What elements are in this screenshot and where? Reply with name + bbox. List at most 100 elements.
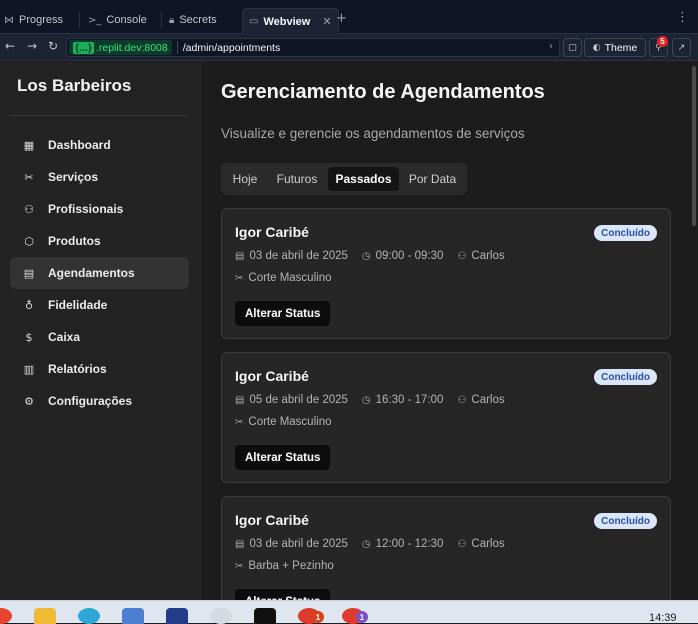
- devtools-button[interactable]: ▢: [563, 38, 582, 57]
- vscode-icon[interactable]: [122, 608, 144, 624]
- os-taskbar: 1 1 14:39: [0, 600, 698, 624]
- appointment-meta: ▤ 05 de abril de 2025 ◷ 16:30 - 17:00 ⚇ Car…: [235, 394, 519, 406]
- tab-menu-button[interactable]: ⋮: [676, 10, 689, 25]
- calendar-icon: ▤: [235, 394, 245, 406]
- clock-icon: ◷: [361, 538, 371, 550]
- appointment-service: Barba + Pezinho: [248, 560, 334, 572]
- notification-badge: 5: [657, 36, 668, 47]
- scissors-icon: ✂: [24, 170, 34, 184]
- edge-browser-icon[interactable]: [78, 608, 100, 624]
- scrollbar-thumb[interactable]: [692, 66, 696, 226]
- app-icon[interactable]: [166, 608, 188, 624]
- url-bar: ← → ↻ {...} .replit.dev:8008 /admin/appo…: [0, 34, 698, 61]
- sidebar-item-label: Agendamentos: [48, 266, 135, 280]
- sidebar-item-label: Fidelidade: [48, 298, 108, 312]
- appointment-professional: Carlos: [471, 250, 505, 262]
- sidebar-item-dashboard[interactable]: ▦ Dashboard: [10, 129, 189, 161]
- appointment-meta: ▤ 03 de abril de 2025 ◷ 12:00 - 12:30 ⚇ Car…: [235, 538, 519, 550]
- change-status-button[interactable]: Alterar Status: [235, 445, 331, 470]
- terminal-icon[interactable]: [254, 608, 276, 624]
- open-new-window-icon[interactable]: ↗: [672, 38, 691, 57]
- bar-chart-icon: ▥: [23, 362, 35, 376]
- forward-icon[interactable]: →: [27, 39, 37, 53]
- appointment-time: 09:00 - 09:30: [375, 250, 444, 262]
- appointment-service-row: ✂ Corte Masculino: [235, 272, 331, 284]
- taskbar-badge: 1: [356, 611, 368, 623]
- sidebar-item-agendamentos[interactable]: ▤ Agendamentos: [10, 257, 189, 289]
- tab-por-data[interactable]: Por Data: [402, 167, 463, 191]
- lock-icon: 🔒︎: [169, 14, 175, 26]
- webview-icon: ▭: [249, 16, 259, 27]
- tab-futuros[interactable]: Futuros: [269, 167, 325, 191]
- appointment-card: Igor Caribé Concluído ▤ 03 de abril de 20…: [221, 496, 671, 600]
- sidebar-item-produtos[interactable]: ⬡ Produtos: [10, 225, 189, 257]
- client-name: Igor Caribé: [235, 224, 309, 240]
- url-field[interactable]: {...} .replit.dev:8008 /admin/appointmen…: [66, 38, 560, 57]
- tab-divider: [161, 12, 162, 28]
- appointment-card: Igor Caribé Concluído ▤ 03 de abril de 20…: [221, 208, 671, 339]
- palette-icon: ◐: [592, 42, 601, 53]
- taskbar-badge: 1: [312, 611, 324, 623]
- clock-icon: ◷: [361, 250, 371, 262]
- theme-button[interactable]: ◐ Theme: [584, 38, 646, 57]
- client-name: Igor Caribé: [235, 368, 309, 384]
- appointment-meta: ▤ 03 de abril de 2025 ◷ 09:00 - 09:30 ⚇ Car…: [235, 250, 519, 262]
- calendar-icon: ▤: [23, 266, 35, 280]
- sidebar-item-relatorios[interactable]: ▥ Relatórios: [10, 353, 189, 385]
- url-divider: [176, 41, 178, 54]
- change-status-button[interactable]: Alterar Status: [235, 301, 331, 326]
- sidebar-item-servicos[interactable]: ✂ Serviços: [10, 161, 189, 193]
- appointment-card: Igor Caribé Concluído ▤ 05 de abril de 20…: [221, 352, 671, 483]
- sidebar-item-configuracoes[interactable]: ⚙ Configurações: [10, 385, 189, 417]
- url-host: {...} .replit.dev:8008: [69, 40, 172, 55]
- add-tab-button[interactable]: +: [336, 11, 347, 26]
- clock-icon: ◷: [361, 394, 371, 406]
- tab-divider: [79, 12, 80, 28]
- change-status-button[interactable]: Alterar Status: [235, 589, 331, 600]
- app-icon[interactable]: [0, 608, 12, 624]
- close-tab-icon[interactable]: ✕: [322, 15, 331, 28]
- gear-icon: ⚙: [24, 394, 34, 408]
- brand-title: Los Barbeiros: [17, 76, 132, 95]
- clock: 14:39: [649, 612, 677, 624]
- dollar-icon: $: [25, 330, 33, 344]
- user-icon: ⚇: [457, 538, 467, 550]
- award-icon: ♁: [24, 298, 34, 312]
- open-url-icon[interactable]: ›: [549, 41, 553, 52]
- folder-icon[interactable]: [34, 608, 56, 624]
- sidebar-item-fidelidade[interactable]: ♁ Fidelidade: [10, 289, 189, 321]
- page-subtitle: Visualize e gerencie os agendamentos de …: [221, 126, 525, 141]
- tab-label: Secrets: [179, 14, 217, 26]
- replit-dev-icon: {...}: [73, 41, 94, 54]
- appointment-time: 16:30 - 17:00: [375, 394, 444, 406]
- back-icon[interactable]: ←: [5, 39, 15, 53]
- sidebar-item-profissionais[interactable]: ⚇ Profissionais: [10, 193, 189, 225]
- appointment-service: Corte Masculino: [248, 416, 332, 428]
- calendar-icon: ▤: [235, 538, 245, 550]
- appointment-date: 05 de abril de 2025: [249, 394, 348, 406]
- chatgpt-icon[interactable]: [210, 608, 232, 624]
- tab-hoje[interactable]: Hoje: [225, 167, 265, 191]
- browser-tab-bar: ⋈ Progress >_ Console 🔒︎ Secrets ▭ Webvi…: [0, 0, 698, 34]
- appointment-time: 12:00 - 12:30: [375, 538, 444, 550]
- calendar-icon: ▤: [235, 250, 245, 262]
- console-icon: >_: [88, 14, 102, 26]
- progress-icon: ⋈: [4, 14, 14, 26]
- client-name: Igor Caribé: [235, 512, 309, 528]
- tab-passados[interactable]: Passados: [328, 167, 399, 191]
- appointment-professional: Carlos: [471, 538, 505, 550]
- tab-secrets[interactable]: 🔒︎ Secrets: [169, 9, 217, 31]
- tab-webview[interactable]: ▭ Webview ✕: [242, 8, 339, 34]
- tab-progress[interactable]: ⋈ Progress: [4, 9, 63, 31]
- appointment-service-row: ✂ Corte Masculino: [235, 416, 331, 428]
- page-title: Gerenciamento de Agendamentos: [221, 81, 545, 103]
- user-icon: ⚇: [457, 250, 467, 262]
- main-content: Gerenciamento de Agendamentos Visualize …: [202, 62, 690, 600]
- reload-icon[interactable]: ↻: [48, 39, 58, 53]
- users-icon: ⚇: [24, 202, 34, 216]
- appointment-service: Corte Masculino: [248, 272, 332, 284]
- tab-console[interactable]: >_ Console: [88, 9, 147, 31]
- sidebar-item-caixa[interactable]: $ Caixa: [10, 321, 189, 353]
- url-path: /admin/appointments: [182, 41, 281, 54]
- sidebar: Los Barbeiros ▦ Dashboard ✂ Serviços ⚇ P…: [0, 62, 202, 600]
